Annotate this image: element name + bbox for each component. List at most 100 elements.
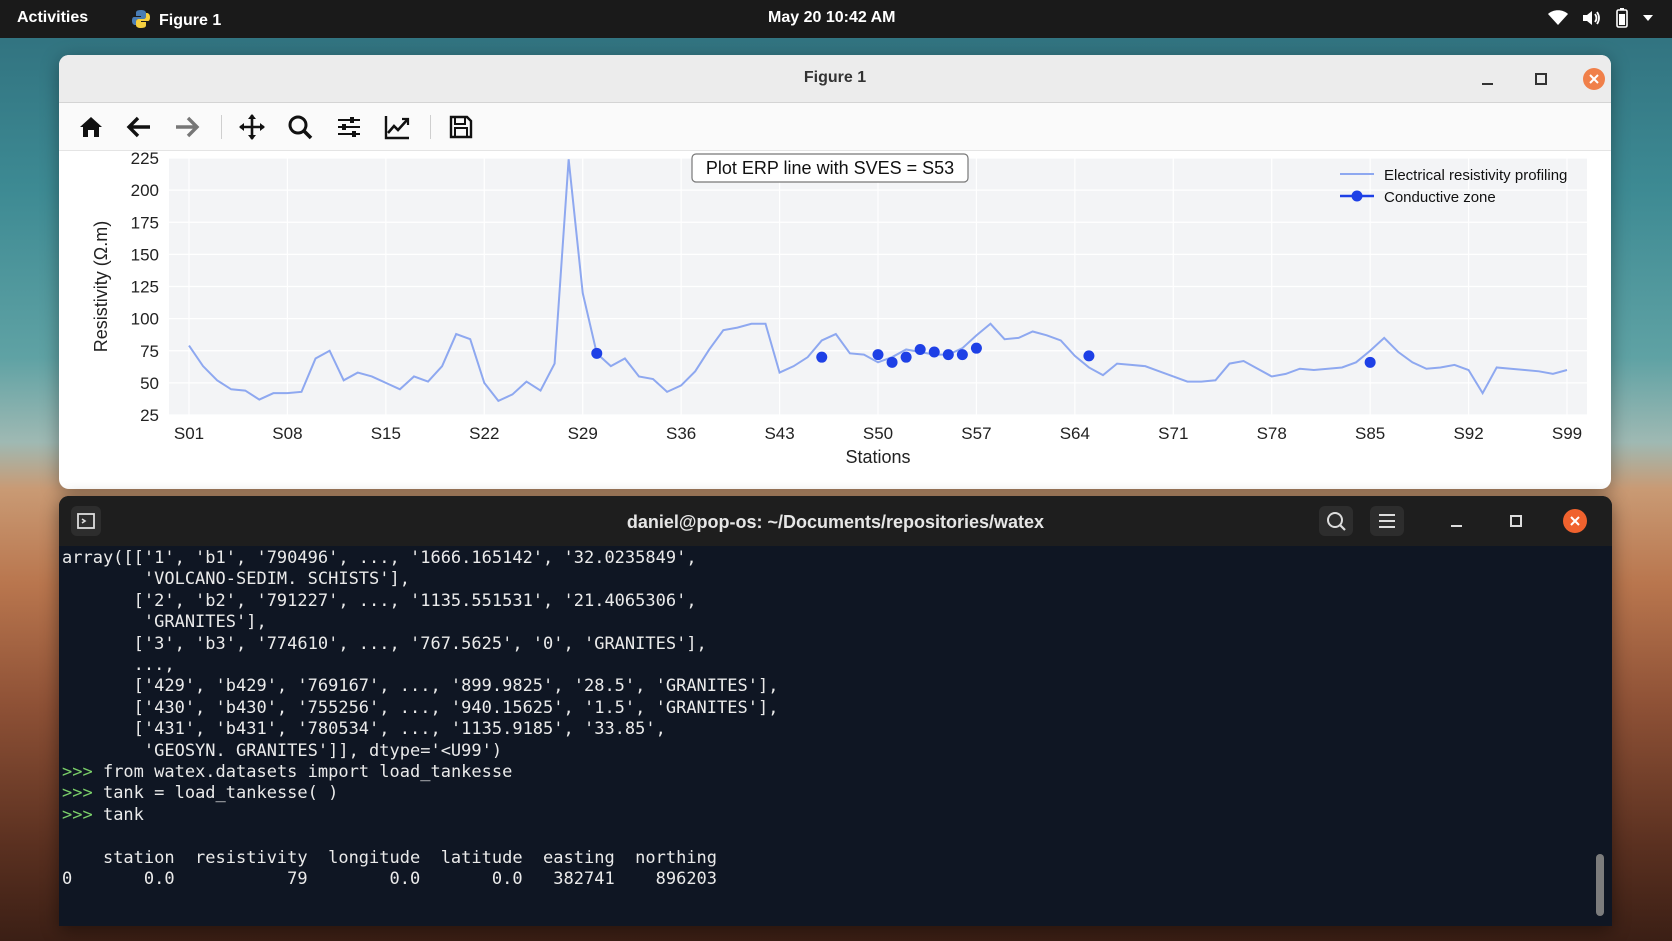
maximize-icon[interactable] xyxy=(1529,67,1553,91)
search-icon xyxy=(1327,512,1346,531)
y-tick-label: 125 xyxy=(131,278,159,297)
battery-icon xyxy=(1616,8,1628,28)
conductive-zone-point xyxy=(956,349,968,361)
x-tick-label: S57 xyxy=(961,424,991,443)
menu-button[interactable] xyxy=(1370,506,1404,536)
chevron-down-icon xyxy=(1643,15,1653,21)
terminal-line-text: ['3', 'b3', '774610', ..., '767.5625', '… xyxy=(62,633,707,654)
resistivity-chart: 25 50 75 100 125 150 175 200 225 S01 S08 S15 S22 S29 S… xyxy=(91,149,1587,467)
forward-icon[interactable] xyxy=(173,113,201,141)
close-icon[interactable] xyxy=(1582,67,1606,91)
terminal-line-text: 'GRANITES'], xyxy=(62,612,267,633)
conductive-zone-point xyxy=(872,349,884,361)
toolbar-separator xyxy=(430,115,431,139)
y-tick-label: 100 xyxy=(131,310,159,329)
search-button[interactable] xyxy=(1319,506,1353,536)
x-tick-label: S85 xyxy=(1355,424,1385,443)
legend-marker-conductive xyxy=(1351,190,1363,202)
conductive-zone-point xyxy=(1364,356,1376,368)
terminal-scrollbar[interactable] xyxy=(1596,854,1604,916)
x-tick-label: S92 xyxy=(1453,424,1483,443)
terminal-line-text: from watex.datasets import load_tankesse xyxy=(102,762,513,783)
terminal-output[interactable]: array([['1', 'b1', '790496', ..., '1666.… xyxy=(62,548,1597,926)
terminal-line-text: ['431', 'b431', '780534', ..., '1135.918… xyxy=(62,719,666,740)
terminal-line: ['430', 'b430', '755256', ..., '940.1562… xyxy=(62,698,1597,719)
conductive-zone-point xyxy=(886,356,898,368)
wifi-icon xyxy=(1548,10,1568,25)
terminal-line-text: ['430', 'b430', '755256', ..., '940.1562… xyxy=(62,697,779,718)
figure-toolbar xyxy=(59,103,1611,151)
y-axis-label: Resistivity (Ω.m) xyxy=(91,221,111,352)
back-icon[interactable] xyxy=(125,113,153,141)
x-tick-label: S99 xyxy=(1552,424,1582,443)
terminal-line-text: ['429', 'b429', '769167', ..., '899.9825… xyxy=(62,676,779,697)
clock[interactable]: May 20 10:42 AM xyxy=(768,9,895,27)
terminal-line: ['2', 'b2', '791227', ..., '1135.551531'… xyxy=(62,591,1597,612)
x-tick-label: S22 xyxy=(469,424,499,443)
terminal-line: 'GEOSYN. GRANITES']], dtype='<U99') xyxy=(62,741,1597,762)
legend-label-conductive: Conductive zone xyxy=(1384,189,1496,206)
x-tick-label: S15 xyxy=(371,424,401,443)
terminal-line xyxy=(62,826,1597,847)
y-tick-label: 200 xyxy=(131,181,159,200)
x-tick-label: S50 xyxy=(863,424,893,443)
x-tick-label: S43 xyxy=(764,424,794,443)
terminal-line-text: 'GEOSYN. GRANITES']], dtype='<U99') xyxy=(62,740,503,761)
y-tick-label: 25 xyxy=(140,406,159,425)
conductive-zone-point xyxy=(942,349,954,361)
configure-icon[interactable] xyxy=(335,113,363,141)
x-tick-label: S29 xyxy=(568,424,598,443)
terminal-line-text: station resistivity longitude latitude e… xyxy=(62,847,718,868)
system-top-bar: Activities Figure 1 May 20 10:42 AM xyxy=(0,0,1672,38)
y-tick-label: 50 xyxy=(140,374,159,393)
figure-window: Figure 1 25 50 75 100 125 150 175 200 225 S01 S08 S… xyxy=(59,55,1611,489)
minimize-icon[interactable] xyxy=(1444,509,1468,533)
volume-icon xyxy=(1583,11,1600,25)
x-tick-label: S36 xyxy=(666,424,696,443)
figure-titlebar[interactable]: Figure 1 xyxy=(59,55,1611,103)
app-menu[interactable]: Figure 1 xyxy=(131,9,221,30)
x-tick-label: S71 xyxy=(1158,424,1188,443)
terminal-window: daniel@pop-os: ~/Documents/repositories/… xyxy=(59,496,1612,926)
terminal-line: ['429', 'b429', '769167', ..., '899.9825… xyxy=(62,676,1597,697)
conductive-zone-point xyxy=(591,347,603,359)
zoom-icon[interactable] xyxy=(286,113,314,141)
pan-icon[interactable] xyxy=(238,113,266,141)
terminal-line: 'VOLCANO-SEDIM. SCHISTS'], xyxy=(62,569,1597,590)
terminal-line: >>> from watex.datasets import load_tank… xyxy=(62,762,1597,783)
system-tray[interactable] xyxy=(1548,8,1654,28)
terminal-titlebar[interactable]: daniel@pop-os: ~/Documents/repositories/… xyxy=(59,496,1612,546)
x-axis-label: Stations xyxy=(845,447,910,467)
y-tick-label: 175 xyxy=(131,213,159,232)
terminal-line-text: array([['1', 'b1', '790496', ..., '1666.… xyxy=(62,548,697,568)
terminal-line: array([['1', 'b1', '790496', ..., '1666.… xyxy=(62,548,1597,569)
plot-canvas[interactable]: 25 50 75 100 125 150 175 200 225 S01 S08 S15 S22 S29 S… xyxy=(59,149,1611,489)
x-tick-label: S78 xyxy=(1257,424,1287,443)
y-tick-label: 150 xyxy=(131,245,159,264)
edit-curves-icon[interactable] xyxy=(383,113,411,141)
shell-prompt: >>> xyxy=(62,783,103,804)
shell-prompt: >>> xyxy=(62,804,103,825)
minimize-icon[interactable] xyxy=(1475,67,1499,91)
terminal-line: ..., xyxy=(62,655,1597,676)
terminal-line: 'GRANITES'], xyxy=(62,612,1597,633)
maximize-icon[interactable] xyxy=(1504,509,1528,533)
toolbar-separator xyxy=(221,115,222,139)
terminal-line: station resistivity longitude latitude e… xyxy=(62,848,1597,869)
close-icon[interactable] xyxy=(1563,509,1587,533)
save-icon[interactable] xyxy=(447,113,475,141)
terminal-line-text: 'VOLCANO-SEDIM. SCHISTS'], xyxy=(62,569,410,590)
home-icon[interactable] xyxy=(77,113,105,141)
activities-button[interactable]: Activities xyxy=(17,9,88,27)
conductive-zone-point xyxy=(816,351,828,363)
hamburger-menu-icon xyxy=(1379,514,1395,528)
terminal-line: ['3', 'b3', '774610', ..., '767.5625', '… xyxy=(62,634,1597,655)
figure-window-title: Figure 1 xyxy=(803,69,867,86)
conductive-zone-point xyxy=(1083,350,1095,362)
terminal-line-text: 0 0.0 79 0.0 0.0 382741 896203 xyxy=(62,869,718,890)
terminal-line-text: ..., xyxy=(62,655,175,676)
terminal-line: >>> tank = load_tankesse( ) xyxy=(62,783,1597,804)
python-icon xyxy=(132,10,150,28)
shell-prompt: >>> xyxy=(62,762,103,783)
x-tick-label: S64 xyxy=(1060,424,1090,443)
